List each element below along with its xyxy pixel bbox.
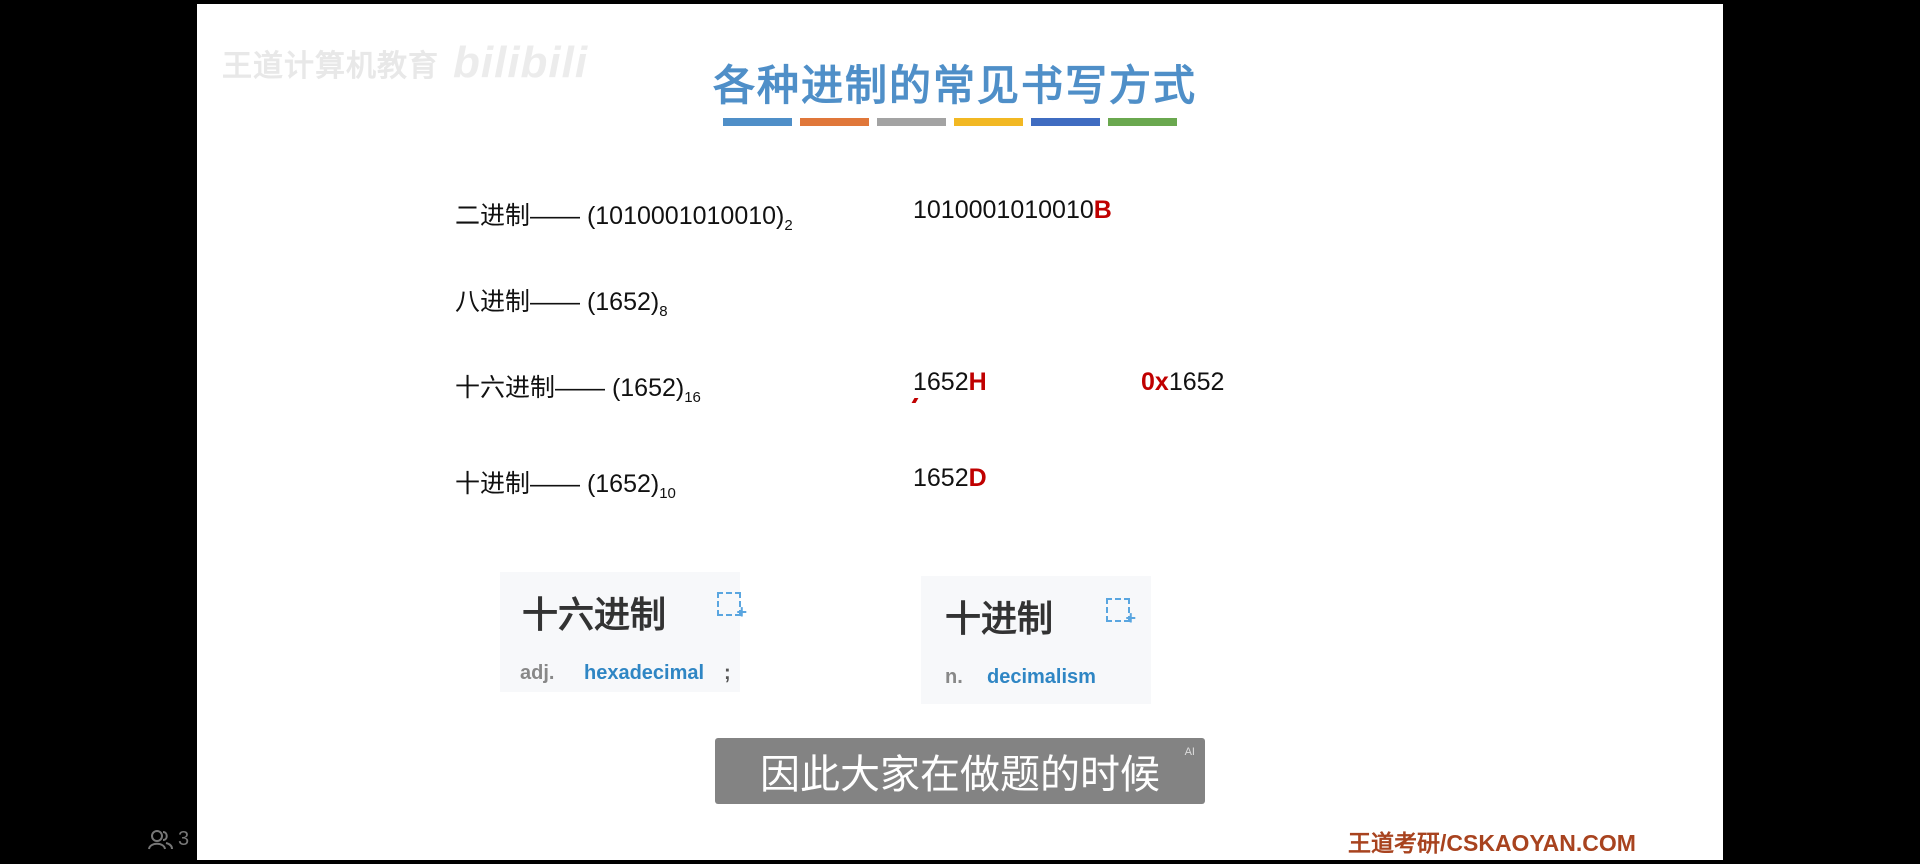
octal-notation: 八进制—— (1652)8 [455, 282, 668, 320]
hex-suffix-notation: 1652H [913, 368, 987, 397]
card-term: 十六进制 [522, 594, 667, 635]
card-part-of-speech: n. [945, 666, 963, 688]
decimal-subscript: 10 [659, 485, 676, 502]
subtitle-text: 因此大家在做题的时候 [760, 753, 1160, 797]
slide-title: 各种进制的常见书写方式 [712, 62, 1197, 109]
footer-brand: 王道考研/CSKAOYAN.COM [1348, 830, 1636, 856]
decimal-value: (1652) [586, 470, 660, 498]
decimal-suffix: D [968, 464, 987, 492]
viewer-count: 3 [148, 828, 189, 851]
binary-suffix-notation: 1010001010010B [913, 196, 1112, 225]
card-term: 十进制 [945, 598, 1054, 639]
binary-subscript: 2 [784, 217, 793, 234]
decimal-alt-value: 1652 [913, 464, 969, 492]
hex-prefix-value: 1652 [1168, 368, 1225, 396]
hex-suffix: H [968, 368, 987, 396]
hex-prefix: 0x [1141, 368, 1169, 396]
ai-badge: AI [1184, 746, 1195, 758]
hex-prefix-notation: 0x1652 [1141, 368, 1224, 397]
color-bar [954, 118, 1023, 126]
color-bar [723, 118, 792, 126]
octal-subscript: 8 [659, 303, 668, 320]
hex-subscript: 16 [684, 389, 701, 406]
binary-suffix: B [1093, 196, 1112, 224]
card-part-of-speech: adj. [520, 662, 555, 684]
title-color-bars [723, 118, 1177, 126]
card-definition: hexadecimal [584, 662, 705, 684]
hex-label: 十六进制—— [455, 374, 612, 402]
binary-notation: 二进制—— (1010001010010)2 [455, 196, 793, 234]
add-to-wordbook-icon[interactable] [717, 592, 747, 623]
decimal-label: 十进制—— [455, 470, 587, 498]
video-subtitle: 因此大家在做题的时候 AI [715, 738, 1205, 804]
viewer-count-value: 3 [178, 828, 190, 850]
hex-alt-value: 1652 [913, 368, 969, 396]
binary-value: (1010001010010) [586, 202, 785, 230]
binary-alt-value: 1010001010010 [913, 196, 1094, 224]
binary-label: 二进制—— [455, 202, 587, 230]
color-bar [1108, 118, 1177, 126]
color-bar [800, 118, 869, 126]
slide [197, 4, 1723, 860]
color-bar [1031, 118, 1100, 126]
hex-value: (1652) [611, 374, 685, 402]
octal-label: 八进制—— [455, 288, 587, 316]
decimal-suffix-notation: 1652D [913, 464, 987, 493]
hex-notation: 十六进制—— (1652)16 [455, 368, 701, 406]
octal-value: (1652) [586, 288, 660, 316]
card-definition: decimalism [987, 666, 1096, 688]
viewers-icon [148, 829, 173, 849]
decimal-notation: 十进制—— (1652)10 [455, 464, 676, 502]
card-separator: ; [724, 662, 731, 684]
dictionary-card-hex: 十六进制 adj. hexadecimal ; [500, 572, 747, 692]
add-to-wordbook-icon[interactable] [1106, 598, 1136, 629]
color-bar [877, 118, 946, 126]
dictionary-card-decimal: 十进制 n. decimalism [921, 576, 1151, 704]
